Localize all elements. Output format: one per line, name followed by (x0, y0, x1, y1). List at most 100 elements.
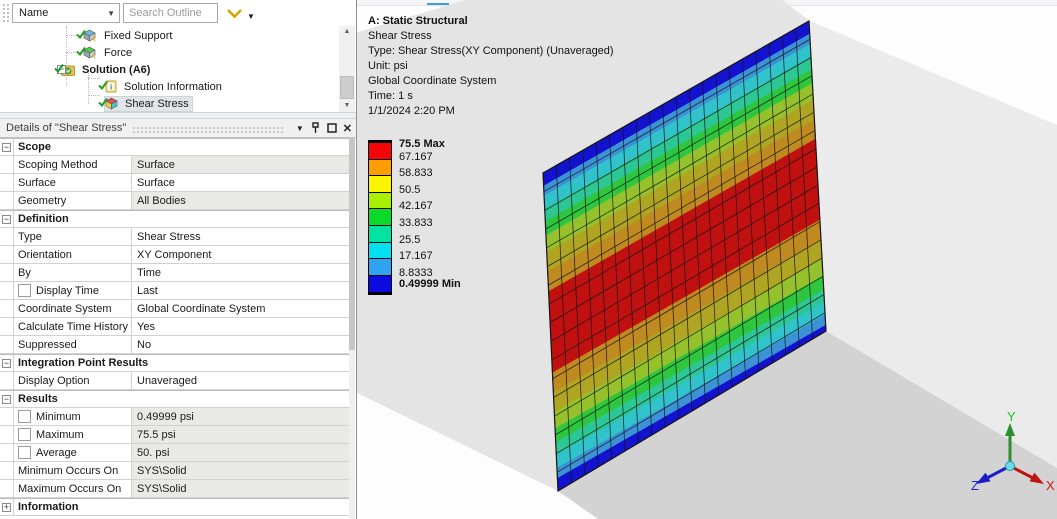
expand-collapse-chevron-icon[interactable] (226, 8, 243, 19)
legend-value-label: 0.49999 Min (399, 278, 461, 291)
details-property-value: All Bodies (132, 192, 349, 209)
checkbox[interactable] (18, 428, 31, 441)
details-gutter: − (0, 211, 14, 227)
details-property-value[interactable]: Global Coordinate System (132, 300, 349, 317)
details-property-label: Type (14, 228, 132, 245)
checkbox[interactable] (18, 446, 31, 459)
search-outline-input[interactable] (124, 4, 217, 22)
details-expander-icon[interactable]: − (2, 143, 11, 152)
pane-splitter[interactable] (0, 112, 356, 119)
details-property-label: Suppressed (14, 336, 132, 353)
legend-value-label: 17.167 (399, 250, 433, 263)
annotation-line: A: Static Structural (368, 15, 468, 27)
details-gutter (0, 228, 14, 245)
details-property-row: Surface Surface (0, 174, 349, 192)
details-property-row: Minimum Occurs On SYS\Solid (0, 462, 349, 480)
details-scrollbar-thumb[interactable] (349, 138, 355, 350)
tree-item-solution-information[interactable]: i Solution Information (98, 78, 225, 95)
details-gutter: − (0, 355, 14, 371)
details-property-row: Scoping Method Surface (0, 156, 349, 174)
details-property-label: Calculate Time History (14, 318, 132, 335)
legend-value-label: 25.5 (399, 233, 421, 246)
tree-item-force[interactable]: Force (76, 44, 135, 61)
tree-scrollbar[interactable]: ▲ ▼ (339, 26, 355, 112)
legend-band (369, 242, 391, 260)
maximize-icon[interactable] (327, 123, 337, 133)
details-gutter (0, 480, 14, 497)
details-gutter (0, 264, 14, 281)
details-property-label: Geometry (14, 192, 132, 209)
details-property-value[interactable]: No (132, 336, 349, 353)
details-property-label: Display Option (14, 372, 132, 389)
legend-band (369, 209, 391, 226)
legend-band (369, 275, 391, 293)
details-property-value[interactable]: Shear Stress (132, 228, 349, 245)
toolbar-more-dropdown-icon[interactable]: ▼ (247, 12, 255, 21)
toolbar-drag-handle[interactable] (2, 3, 9, 23)
status-check-icon (76, 46, 86, 59)
details-category-label: Integration Point Results (18, 357, 149, 369)
tree-item-label: Fixed Support (104, 29, 173, 42)
annotation-line: 1/1/2024 2:20 PM (368, 105, 455, 117)
details-property-value[interactable]: Unaveraged (132, 372, 349, 389)
details-property-label: Orientation (14, 246, 132, 263)
result-annotation: A: Static Structural Shear Stress Type: Sh… (368, 14, 614, 119)
tree-item-fixed-support[interactable]: Fixed Support (76, 27, 175, 44)
details-expander-icon[interactable]: − (2, 359, 11, 368)
name-filter-dropdown[interactable]: Name ▼ (12, 3, 120, 23)
graphics-viewport[interactable]: Y X Z A: Static Structural Shear Stress Type… (357, 0, 1057, 519)
details-property-value[interactable]: Last (132, 282, 349, 299)
tree-item-solution-a6-[interactable]: Solution (A6) (54, 61, 153, 78)
details-category-label: Definition (18, 213, 69, 225)
details-expander-icon[interactable]: − (2, 395, 11, 404)
details-property-row: Orientation XY Component (0, 246, 349, 264)
details-property-value: 0.49999 psi (132, 408, 349, 425)
x-axis-label: X (1046, 478, 1055, 493)
details-property-value[interactable]: Time (132, 264, 349, 281)
details-expander-icon[interactable]: − (2, 215, 11, 224)
triad-origin[interactable] (1005, 461, 1015, 471)
details-property-value: Surface (132, 156, 349, 173)
scroll-up-icon[interactable]: ▲ (339, 26, 355, 38)
details-gutter (0, 156, 14, 173)
pin-icon[interactable] (310, 122, 321, 134)
name-filter-label: Name (19, 7, 49, 19)
details-property-row: Geometry All Bodies (0, 192, 349, 210)
annotation-line: Unit: psi (368, 60, 408, 72)
details-gutter (0, 444, 14, 461)
status-check-icon (98, 80, 108, 93)
details-property-label: Maximum (14, 426, 132, 443)
details-category-row: − Results (0, 390, 349, 408)
details-property-row: Suppressed No (0, 336, 349, 354)
details-category-row: + Information (0, 498, 349, 516)
details-category-row: − Scope (0, 138, 349, 156)
tree-item-label: Force (104, 46, 133, 59)
details-property-value[interactable]: Yes (132, 318, 349, 335)
details-scrollbar[interactable] (349, 138, 355, 519)
legend-band (369, 259, 391, 276)
details-gutter: − (0, 139, 14, 155)
close-icon[interactable]: ✕ (343, 122, 352, 135)
details-property-value: 75.5 psi (132, 426, 349, 443)
status-check-icon (76, 29, 86, 42)
checkbox[interactable] (18, 284, 31, 297)
details-property-row: Calculate Time History Yes (0, 318, 349, 336)
scroll-down-icon[interactable]: ▼ (339, 100, 355, 112)
details-gutter (0, 192, 14, 209)
details-dropdown-icon[interactable]: ▼ (296, 124, 304, 133)
details-property-value[interactable]: XY Component (132, 246, 349, 263)
details-property-label: Minimum (14, 408, 132, 425)
details-expander-icon[interactable]: + (2, 503, 11, 512)
details-gutter (0, 318, 14, 335)
tree-scrollbar-thumb[interactable] (340, 76, 354, 99)
details-property-row: Display Option Unaveraged (0, 372, 349, 390)
tree-item-shear-stress[interactable]: Shear Stress (98, 95, 193, 112)
details-property-value[interactable]: Surface (132, 174, 349, 191)
details-table: − Scope Scoping Method Surface Surface Surfac… (0, 138, 349, 516)
checkbox[interactable] (18, 410, 31, 423)
details-gutter (0, 372, 14, 389)
details-category-label: Information (18, 501, 79, 513)
details-property-label: Surface (14, 174, 132, 191)
tree-item-label: Shear Stress (125, 97, 189, 110)
details-category-label: Results (18, 393, 58, 405)
